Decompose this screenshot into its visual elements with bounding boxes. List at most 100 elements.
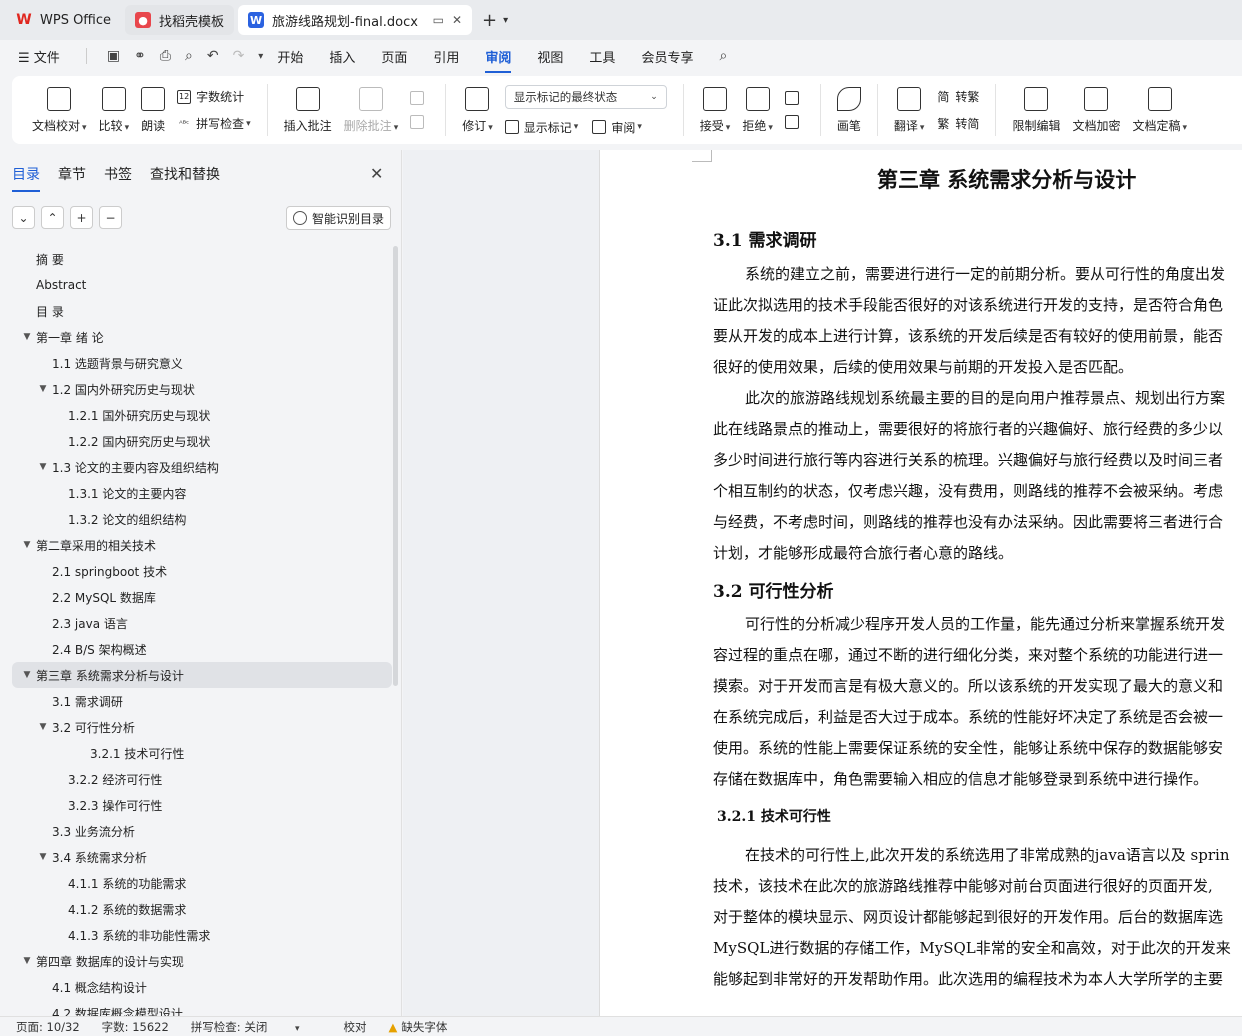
word-count-button[interactable]: 12 字数统计: [177, 88, 251, 105]
toc-item[interactable]: 3.1 需求调研: [12, 688, 392, 714]
undo-icon[interactable]: ↶: [207, 48, 219, 64]
to-simplified-button[interactable]: 繁转简: [936, 115, 979, 132]
toc-item[interactable]: 4.1.1 系统的功能需求: [12, 870, 392, 896]
status-spell-check[interactable]: 拼写检查: 关闭 ▾: [191, 1019, 322, 1035]
chevron-down-icon[interactable]: ▼: [36, 852, 50, 862]
menu-insert[interactable]: 插入: [329, 47, 355, 66]
menu-view[interactable]: 视图: [537, 47, 563, 66]
delete-comment-button[interactable]: 删除批注 ▾: [344, 86, 398, 134]
chevron-down-icon[interactable]: ▼: [20, 332, 34, 342]
show-markup-button[interactable]: 显示标记 ▾: [504, 119, 578, 136]
monitor-icon[interactable]: ▭: [433, 13, 444, 27]
toc-item[interactable]: 4.1 概念结构设计: [12, 974, 392, 1000]
to-traditional-button[interactable]: 简转繁: [936, 88, 979, 105]
menu-reference[interactable]: 引用: [433, 47, 459, 66]
share-icon[interactable]: ⚭: [134, 48, 146, 64]
spell-check-button[interactable]: ᴬᴮᶜ 拼写检查 ▾: [177, 115, 250, 132]
encrypt-button[interactable]: 文档加密: [1072, 86, 1120, 134]
compare-button[interactable]: 比较 ▾: [99, 86, 129, 134]
nav-tab-bookmarks[interactable]: 书签: [104, 164, 132, 184]
review-pane-button[interactable]: 审阅 ▾: [592, 119, 642, 136]
toc-item[interactable]: 2.1 springboot 技术: [12, 558, 392, 584]
close-tab-icon[interactable]: ✕: [452, 13, 462, 27]
close-icon[interactable]: ✕: [370, 164, 383, 183]
chevron-down-icon[interactable]: ▾: [503, 15, 508, 26]
toc-item[interactable]: 1.2.2 国内研究历史与现状: [12, 428, 392, 454]
markup-state-select[interactable]: 显示标记的最终状态 ⌄: [504, 84, 667, 109]
tab-wps-office[interactable]: W WPS Office: [6, 5, 121, 35]
status-page[interactable]: 页面: 10/32: [16, 1019, 80, 1035]
nav-tab-find-replace[interactable]: 查找和替换: [150, 164, 220, 184]
menu-member[interactable]: 会员专享: [641, 47, 693, 66]
nav-tab-sections[interactable]: 章节: [58, 164, 86, 184]
next-change-button[interactable]: [784, 115, 804, 129]
toc-item[interactable]: 2.4 B/S 架构概述: [12, 636, 392, 662]
accept-button[interactable]: 接受 ▾: [700, 86, 730, 134]
prev-comment-button[interactable]: [410, 91, 429, 105]
menu-tools[interactable]: 工具: [589, 47, 615, 66]
toc-item[interactable]: 3.3 业务流分析: [12, 818, 392, 844]
toc-item[interactable]: ▼ 第二章采用的相关技术: [12, 532, 392, 558]
print-icon[interactable]: ⎙: [160, 48, 171, 64]
toc-item[interactable]: ▼ 3.2 可行性分析: [12, 714, 392, 740]
finalize-button[interactable]: 文档定稿 ▾: [1132, 86, 1187, 134]
chevron-up-icon[interactable]: ⌃: [41, 206, 64, 229]
new-tab-icon[interactable]: +: [482, 10, 497, 31]
plus-icon[interactable]: +: [70, 206, 93, 229]
next-comment-button[interactable]: [410, 115, 429, 129]
minus-icon[interactable]: −: [99, 206, 122, 229]
save-icon[interactable]: ▣: [107, 48, 120, 64]
toc-item[interactable]: 1.3.1 论文的主要内容: [12, 480, 392, 506]
doc-check-button[interactable]: 文档校对 ▾: [32, 86, 87, 134]
redo-icon[interactable]: ↷: [233, 48, 245, 64]
toc-item[interactable]: ▼ 3.4 系统需求分析: [12, 844, 392, 870]
document-page[interactable]: 第三章 系统需求分析与设计 3.1 需求调研 系统的建立之前，需要进行进行一定的…: [599, 150, 1242, 1016]
translate-button[interactable]: 翻译 ▾: [894, 86, 924, 134]
menu-review[interactable]: 审阅: [485, 47, 512, 73]
chevron-down-icon[interactable]: ▼: [36, 384, 50, 394]
toc-item[interactable]: 3.2.3 操作可行性: [12, 792, 392, 818]
toc-item[interactable]: Abstract: [12, 272, 392, 298]
toc-item[interactable]: 1.1 选题背景与研究意义: [12, 350, 392, 376]
toc-scrollbar[interactable]: [393, 246, 398, 686]
chevron-down-icon[interactable]: ▼: [20, 540, 34, 550]
read-aloud-button[interactable]: 朗读: [141, 86, 165, 134]
toc-item[interactable]: ▼ 1.2 国内外研究历史与现状: [12, 376, 392, 402]
chevron-down-icon[interactable]: ▼: [20, 956, 34, 966]
toc-item[interactable]: ▼ 第三章 系统需求分析与设计: [12, 662, 392, 688]
tab-document[interactable]: W 旅游线路规划-final.docx ▭ ✕: [238, 5, 473, 35]
toc-item[interactable]: 4.1.2 系统的数据需求: [12, 896, 392, 922]
chevron-down-icon[interactable]: ⌄: [12, 206, 35, 229]
pen-button[interactable]: 画笔: [836, 86, 861, 134]
toc-item[interactable]: 1.2.1 国外研究历史与现状: [12, 402, 392, 428]
toc-item[interactable]: 3.2.1 技术可行性: [12, 740, 392, 766]
toc-item[interactable]: ▼ 第一章 绪 论: [12, 324, 392, 350]
nav-tab-toc[interactable]: 目录: [12, 164, 40, 192]
file-menu[interactable]: ☰ 文件: [18, 47, 60, 66]
reject-button[interactable]: 拒绝 ▾: [742, 86, 773, 134]
track-changes-button[interactable]: 修订 ▾: [462, 86, 493, 134]
toc-item[interactable]: ▼ 1.3 论文的主要内容及组织结构: [12, 454, 392, 480]
print-preview-icon[interactable]: ⌕: [185, 48, 193, 64]
status-proofread[interactable]: 校对: [344, 1019, 367, 1035]
toc-item[interactable]: 2.2 MySQL 数据库: [12, 584, 392, 610]
toc-item[interactable]: 摘 要: [12, 246, 392, 272]
chevron-down-icon[interactable]: ▼: [36, 462, 50, 472]
toc-item[interactable]: ▼ 第四章 数据库的设计与实现: [12, 948, 392, 974]
tab-docer-templates[interactable]: ● 找稻壳模板: [125, 5, 235, 35]
prev-change-button[interactable]: [784, 91, 804, 105]
chevron-down-icon[interactable]: ▼: [36, 722, 50, 732]
chevron-down-icon[interactable]: ▾: [258, 51, 263, 62]
toc-item[interactable]: 4.1.3 系统的非功能性需求: [12, 922, 392, 948]
status-missing-font[interactable]: ▲ 缺失字体: [389, 1019, 470, 1035]
toc-item[interactable]: 2.3 java 语言: [12, 610, 392, 636]
toc-item[interactable]: 3.2.2 经济可行性: [12, 766, 392, 792]
status-word-count[interactable]: 字数: 15622: [102, 1019, 169, 1035]
toc-item[interactable]: 目 录: [12, 298, 392, 324]
chevron-down-icon[interactable]: ▼: [20, 670, 34, 680]
toc-item[interactable]: 4.2 数据库概念模型设计: [12, 1000, 392, 1017]
smart-toc-button[interactable]: 智能识别目录: [286, 206, 392, 230]
menu-start[interactable]: 开始: [277, 47, 303, 66]
restrict-edit-button[interactable]: 限制编辑: [1012, 86, 1060, 134]
toc-item[interactable]: 1.3.2 论文的组织结构: [12, 506, 392, 532]
